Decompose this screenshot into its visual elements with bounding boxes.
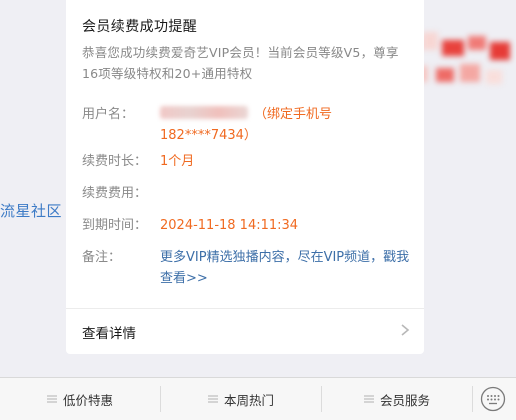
- menu-item-label: 会员服务: [379, 392, 430, 408]
- card-divider: [66, 308, 424, 309]
- bottom-menu-bar: 低价特惠 本周热门 会员服务: [0, 377, 516, 420]
- vip-channel-link[interactable]: 更多VIP精选独播内容，尽在VIP频道，戳我查看>>: [160, 247, 410, 289]
- remark-label: 备注：: [82, 250, 122, 265]
- card-description: 恭喜您成功续费爱奇艺VIP会员！当前会员等级V5，尊享16项等级特权和20+通用…: [82, 45, 399, 81]
- menu-divider: [472, 386, 473, 412]
- duration-value: 1个月: [160, 154, 195, 169]
- view-details-link[interactable]: 查看详情: [82, 322, 136, 342]
- expiry-value: 2024-11-18 14:11:34: [160, 218, 299, 233]
- menu-lines-icon: [363, 395, 374, 403]
- menu-item-label: 本周热门: [223, 392, 274, 408]
- menu-lines-icon: [207, 395, 218, 403]
- username-value: （绑定手机号182****7434）: [160, 104, 410, 146]
- menu-item-discounts[interactable]: 低价特惠: [0, 378, 160, 420]
- menu-item-member-service[interactable]: 会员服务: [322, 378, 472, 420]
- duration-label: 续费时长：: [82, 154, 148, 169]
- username-label: 用户名：: [82, 107, 135, 122]
- chevron-right-icon[interactable]: [398, 322, 412, 338]
- community-link[interactable]: 流星社区: [0, 200, 62, 221]
- menu-item-label: 低价特惠: [62, 392, 113, 408]
- masked-username: [160, 106, 248, 119]
- card-title: 会员续费成功提醒: [82, 19, 198, 35]
- menu-lines-icon: [46, 395, 57, 403]
- fee-label: 续费费用：: [82, 186, 148, 201]
- notification-card: 会员续费成功提醒 恭喜您成功续费爱奇艺VIP会员！当前会员等级V5，尊享16项等…: [66, 0, 424, 354]
- keyboard-icon[interactable]: [480, 386, 506, 412]
- menu-item-weekly-hot[interactable]: 本周热门: [161, 378, 321, 420]
- expiry-label: 到期时间：: [82, 218, 148, 233]
